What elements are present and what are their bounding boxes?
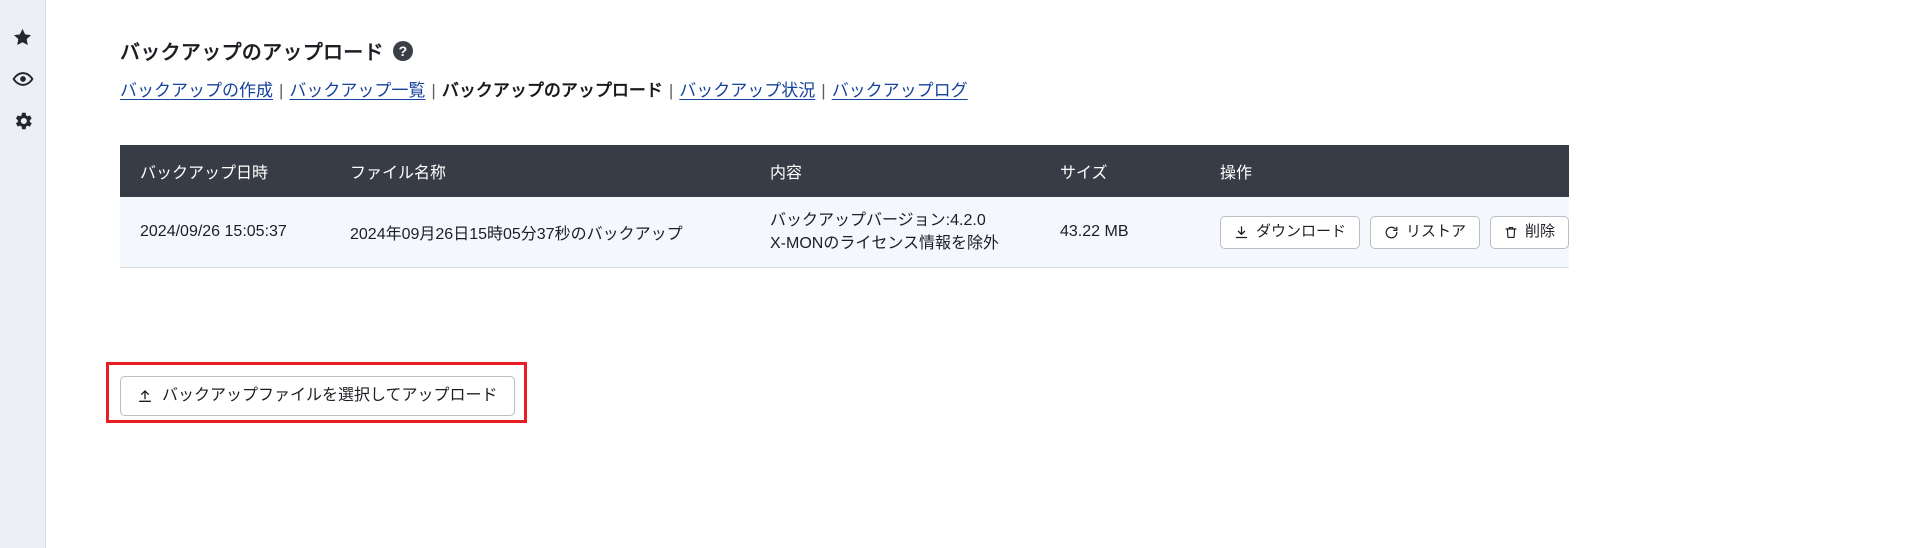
content-line-license: X-MONのライセンス情報を除外 — [770, 235, 1000, 253]
content-line-version: バックアップバージョン:4.2.0 — [770, 212, 986, 230]
eye-icon — [12, 68, 34, 90]
backup-table: バックアップ日時 ファイル名称 内容 サイズ 操作 2024/09/26 15:… — [120, 145, 1570, 269]
left-sidebar — [0, 0, 46, 548]
column-header-content: 内容 — [750, 145, 1040, 198]
cell-datetime: 2024/09/26 15:05:37 — [120, 197, 330, 269]
table-head: バックアップ日時 ファイル名称 内容 サイズ 操作 — [120, 145, 1569, 198]
delete-button-label: 削除 — [1525, 223, 1556, 241]
nav-link-backup-status[interactable]: バックアップ状況 — [679, 81, 815, 100]
restore-button[interactable]: リストア — [1370, 216, 1481, 249]
upload-backup-file-button[interactable]: バックアップファイルを選択してアップロード — [120, 376, 515, 416]
restore-button-label: リストア — [1406, 223, 1467, 241]
sidebar-item-watch[interactable] — [0, 58, 46, 100]
nav-link-backup-log[interactable]: バックアップログ — [832, 81, 968, 100]
help-icon[interactable]: ? — [392, 40, 413, 61]
nav-separator-2: | — [431, 81, 436, 100]
nav-separator-4: | — [821, 81, 826, 100]
column-header-size: サイズ — [1040, 145, 1200, 198]
column-header-datetime: バックアップ日時 — [120, 145, 330, 198]
sidebar-item-favorites[interactable] — [0, 16, 46, 58]
sub-navigation: バックアップの作成 | バックアップ一覧 | バックアップのアップロード | バックアップ状… — [120, 80, 1920, 102]
upload-backup-file-button-label: バックアップファイルを選択してアップロード — [162, 387, 498, 404]
backup-table-wrapper: バックアップ日時 ファイル名称 内容 サイズ 操作 2024/09/26 15:… — [120, 145, 1570, 269]
nav-link-backup-list[interactable]: バックアップ一覧 — [289, 81, 425, 100]
table-row: 2024/09/26 15:05:37 2024年09月26日15時05分37秒… — [120, 197, 1570, 269]
column-header-actions: 操作 — [1200, 145, 1569, 198]
page-title: バックアップのアップロード — [120, 42, 384, 64]
page-title-row: バックアップのアップロード ? — [120, 0, 1920, 65]
nav-separator-3: | — [668, 81, 674, 100]
table-header-row: バックアップ日時 ファイル名称 内容 サイズ 操作 — [120, 145, 1569, 198]
main-content: バックアップのアップロード ? バックアップの作成 | バックアップ一覧 | バックアッ… — [46, 0, 1920, 548]
upload-icon — [137, 388, 153, 404]
column-header-filename: ファイル名称 — [330, 145, 750, 198]
trash-icon — [1504, 225, 1518, 240]
restore-icon — [1384, 225, 1399, 240]
backup-upload-page: バックアップのアップロード ? バックアップの作成 | バックアップ一覧 | バックアッ… — [0, 0, 1920, 548]
download-button[interactable]: ダウンロード — [1220, 216, 1361, 249]
nav-link-backup-upload-current[interactable]: バックアップのアップロード — [442, 81, 663, 100]
row-action-group: ダウンロード リストア 削除 — [1220, 216, 1570, 249]
cell-size: 43.22 MB — [1040, 197, 1200, 269]
gear-icon — [12, 110, 34, 132]
cell-filename: 2024年09月26日15時05分37秒のバックアップ — [330, 197, 750, 269]
nav-link-create-backup[interactable]: バックアップの作成 — [120, 81, 273, 100]
cell-actions: ダウンロード リストア 削除 — [1200, 197, 1570, 269]
sidebar-item-settings[interactable] — [0, 100, 46, 142]
cell-content: バックアップバージョン:4.2.0 X-MONのライセンス情報を除外 — [750, 197, 1040, 269]
download-button-label: ダウンロード — [1256, 223, 1347, 241]
star-icon — [12, 27, 33, 48]
nav-separator-1: | — [279, 81, 284, 100]
table-body: 2024/09/26 15:05:37 2024年09月26日15時05分37秒… — [120, 197, 1570, 269]
download-icon — [1234, 225, 1249, 240]
delete-button[interactable]: 削除 — [1490, 216, 1570, 249]
